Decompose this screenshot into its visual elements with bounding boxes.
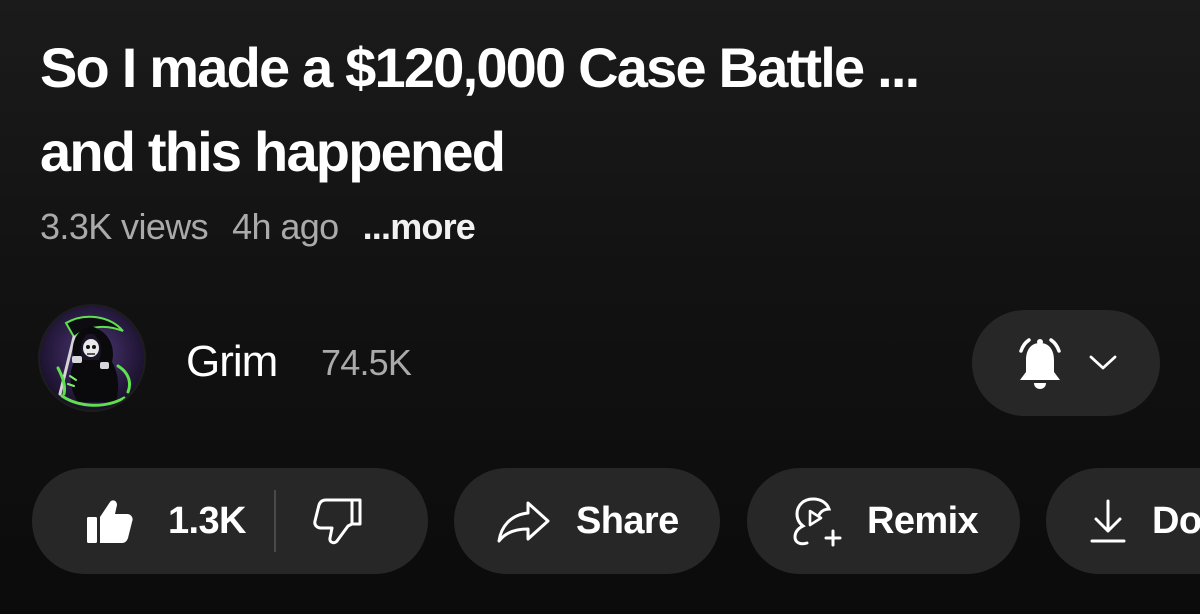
remix-icon (791, 495, 843, 547)
download-icon (1088, 497, 1128, 545)
share-label: Share (576, 500, 679, 542)
download-label: Do (1152, 500, 1200, 542)
notification-button[interactable] (972, 310, 1160, 416)
upload-time: 4h ago (232, 206, 339, 247)
video-title: So I made a $120,000 Case Battle ... and… (40, 36, 920, 183)
channel-avatar[interactable] (38, 304, 146, 412)
like-dislike-group: 1.3K (32, 468, 428, 574)
remix-label: Remix (867, 500, 979, 542)
video-meta: 3.3K views 4h ago ...more (40, 205, 476, 249)
grim-reaper-avatar-icon (40, 306, 144, 410)
like-divider (273, 490, 276, 552)
share-arrow-icon (496, 499, 552, 543)
channel-name[interactable]: Grim (186, 336, 278, 388)
thumbs-down-icon (312, 496, 364, 546)
dislike-button[interactable] (312, 496, 364, 546)
action-bar: 1.3K Share Remix Do (32, 468, 1200, 574)
more-link[interactable]: ...more (363, 205, 476, 249)
video-details-screen: So I made a $120,000 Case Battle ... and… (0, 0, 1200, 614)
bell-icon (1013, 335, 1067, 391)
like-count: 1.3K (168, 500, 246, 542)
channel-row: Grim 74.5K (38, 304, 1160, 416)
chevron-down-icon (1087, 353, 1119, 373)
share-button[interactable]: Share (454, 468, 720, 574)
like-button[interactable]: 1.3K (84, 497, 246, 545)
subscriber-count: 74.5K (321, 342, 412, 383)
download-button[interactable]: Do (1046, 468, 1200, 574)
view-count: 3.3K views (40, 206, 209, 247)
thumbs-up-icon (84, 497, 134, 545)
remix-button[interactable]: Remix (747, 468, 1020, 574)
